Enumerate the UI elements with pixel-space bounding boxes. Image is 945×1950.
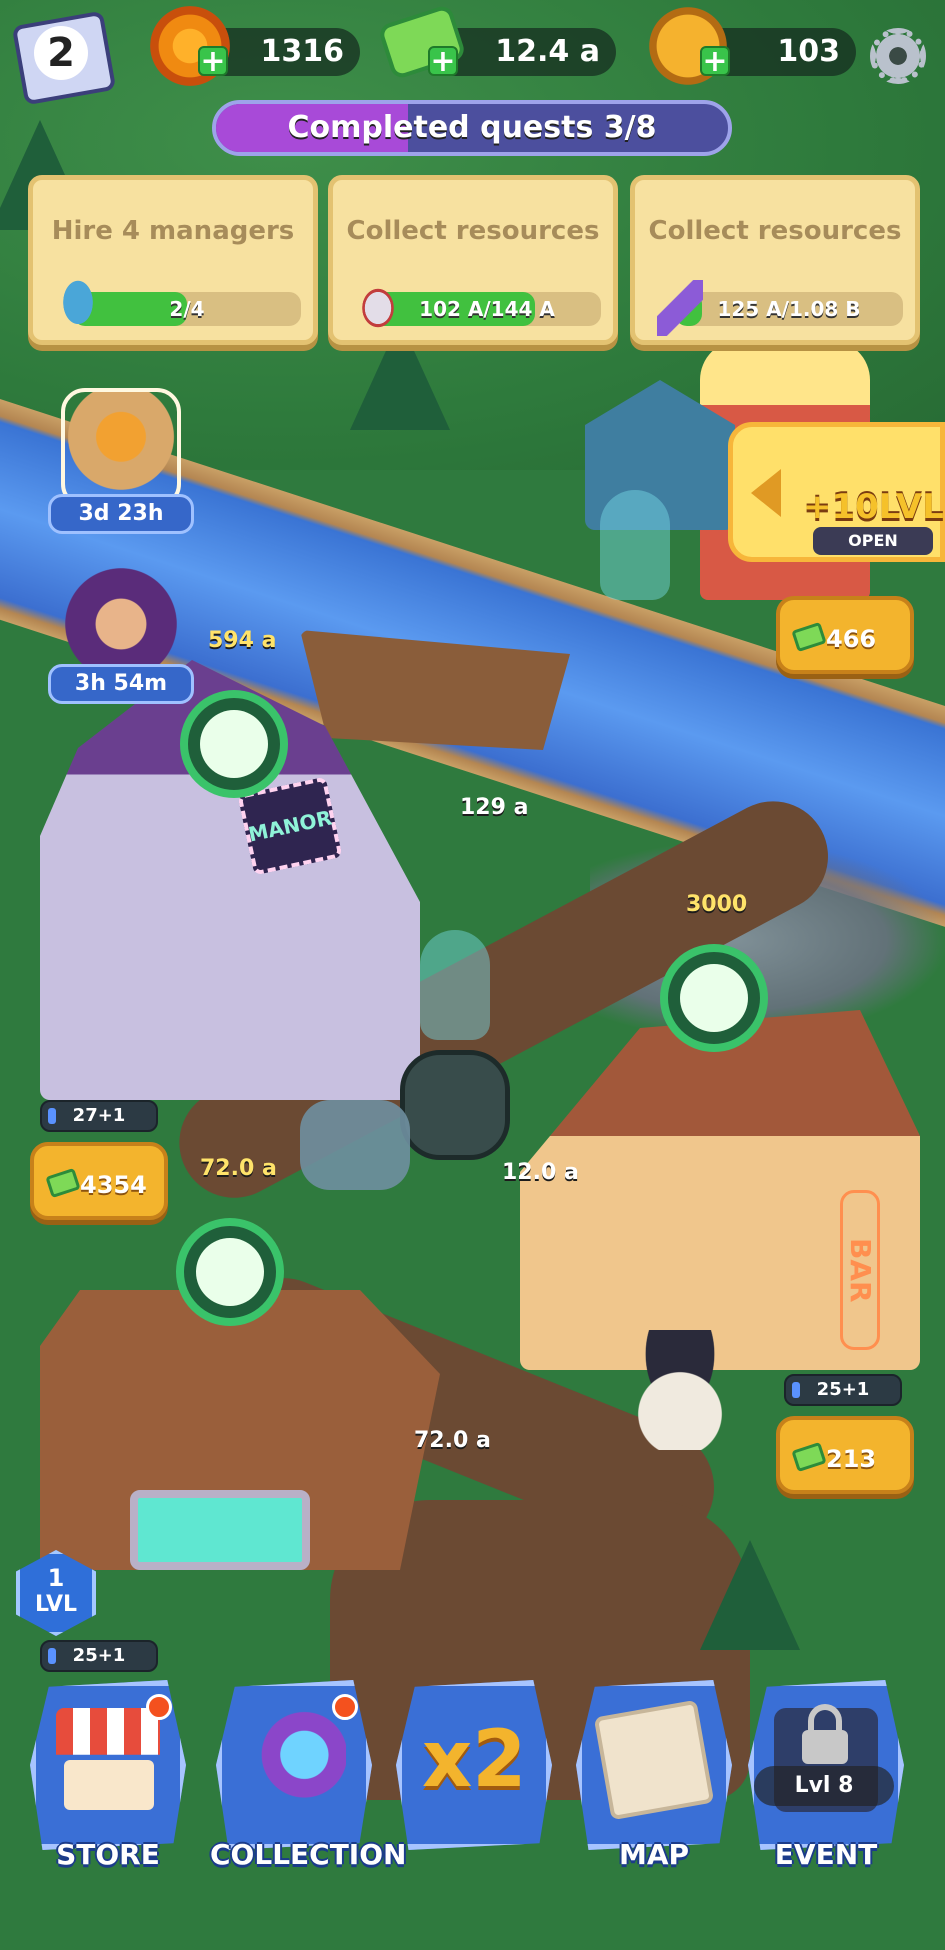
chevron-left-icon [751, 469, 781, 517]
water-pool [130, 1490, 310, 1570]
quest-card[interactable]: Collect resources 125 A/1.08 B [630, 175, 920, 345]
manager-pip [48, 1108, 56, 1124]
basket-offer[interactable]: 3d 23h [48, 388, 194, 534]
player-level-badge[interactable]: 2 [11, 8, 118, 108]
store-label: STORE [56, 1838, 160, 1871]
bar-cash[interactable]: 213 [776, 1416, 914, 1494]
map-icon [593, 1699, 715, 1821]
map-button[interactable]: MAP [570, 1680, 738, 1880]
table-production-label: 72.0 a [414, 1428, 491, 1453]
sword-icon [196, 1238, 264, 1306]
bar-sign: BAR [840, 1190, 880, 1350]
manor-production-label: 594 a [208, 628, 277, 653]
notification-dot [146, 1694, 172, 1720]
carriage[interactable] [400, 1050, 510, 1160]
collection-button[interactable]: COLLECTION [210, 1680, 407, 1880]
quest-title: Collect resources [346, 216, 600, 246]
quest-progress: 102 A/144 A [373, 292, 601, 326]
lock-icon-body [802, 1730, 848, 1764]
notification-dot [332, 1694, 358, 1720]
quest-card[interactable]: Collect resources 102 A/144 A [328, 175, 618, 345]
add-cash-button[interactable]: + [428, 46, 458, 77]
event-button[interactable]: Lvl 8 EVENT [742, 1680, 910, 1880]
bar-production-ring[interactable] [660, 944, 768, 1052]
x2-boost-button[interactable]: x2 [390, 1680, 558, 1880]
cash-icon [45, 1167, 81, 1199]
add-marigold-button[interactable]: + [198, 46, 228, 77]
quest-progress-bar[interactable]: Completed quests 3/8 [212, 100, 732, 156]
sword-icon [657, 280, 703, 336]
ghost [420, 930, 490, 1040]
marigold-value: 1316 [260, 34, 345, 69]
gear-icon[interactable] [870, 28, 926, 84]
collection-label: COLLECTION [210, 1838, 407, 1871]
forge-production-label: 72.0 a [200, 1156, 277, 1181]
manager-count-text: 25+1 [72, 1645, 126, 1666]
player-level: 2 [34, 26, 88, 80]
store-counter-icon [64, 1760, 154, 1810]
table-production-label: 12.0 a [502, 1160, 579, 1185]
collection-icon [242, 1708, 346, 1812]
manor-production-ring[interactable] [180, 690, 288, 798]
quest-card[interactable]: Hire 4 managers 2/4 [28, 175, 318, 345]
cash-icon [791, 1441, 827, 1473]
store-button[interactable]: STORE [24, 1680, 192, 1880]
quest-progress-text: 2/4 [169, 297, 205, 321]
skull-coin-value: 103 [777, 34, 840, 69]
dock-level-label: LVL [34, 1592, 78, 1617]
level-up-event-banner[interactable]: +10LVL OPEN [728, 422, 945, 562]
quest-progress: 125 A/1.08 B [675, 292, 903, 326]
dock-manager-count[interactable]: 25+1 [40, 1640, 158, 1672]
manager-pip [48, 1648, 56, 1664]
quest-title: Hire 4 managers [51, 216, 295, 246]
cash-value: 12.4 a [495, 34, 600, 69]
fang-icon [680, 964, 748, 1032]
ghost [600, 490, 670, 600]
map-label: MAP [618, 1838, 690, 1871]
manager-pip [792, 1382, 800, 1398]
imp-icon [55, 280, 101, 336]
ghost-horse [300, 1100, 410, 1190]
forge-production-ring[interactable] [176, 1218, 284, 1326]
quest-progress-text: 102 A/144 A [419, 297, 555, 321]
cash-amount: 213 [826, 1445, 877, 1473]
quest-title: Collect resources [648, 216, 902, 246]
basket-icon [61, 388, 181, 508]
bar-production-label: 3000 [686, 892, 748, 917]
offer-timer: 3d 23h [48, 494, 194, 534]
lighthouse-cash[interactable]: 466 [776, 596, 914, 674]
manor-cash[interactable]: 4354 [30, 1142, 168, 1220]
add-skull-coin-button[interactable]: + [700, 46, 730, 77]
fang-icon [355, 280, 401, 336]
quest-progress: 2/4 [73, 292, 301, 326]
mask-offer[interactable]: 3h 54m [48, 558, 194, 704]
cash-icon [791, 621, 827, 653]
tree [700, 1540, 800, 1650]
quest-progress-label: Completed quests 3/8 [287, 110, 657, 145]
offer-timer: 3h 54m [48, 664, 194, 704]
manor-manager-count[interactable]: 27+1 [40, 1100, 158, 1132]
cash-amount: 466 [826, 625, 877, 653]
boat-production-label: 129 a [460, 795, 529, 820]
witch-character[interactable] [620, 1330, 740, 1450]
x2-boost-icon: x2 [422, 1715, 527, 1805]
event-locked-level: Lvl 8 [754, 1766, 894, 1806]
manager-count-text: 27+1 [72, 1105, 126, 1126]
cash-amount: 4354 [80, 1171, 147, 1199]
manager-count-text: 25+1 [816, 1379, 870, 1400]
event-status: OPEN [813, 527, 933, 555]
event-label: EVENT [774, 1838, 878, 1871]
voodoo-mask-icon [61, 558, 181, 678]
wheelchair-icon [200, 710, 268, 778]
event-banner-text: +10LVL [803, 487, 944, 527]
bar-manager-count[interactable]: 25+1 [784, 1374, 902, 1406]
quest-progress-text: 125 A/1.08 B [717, 297, 861, 321]
